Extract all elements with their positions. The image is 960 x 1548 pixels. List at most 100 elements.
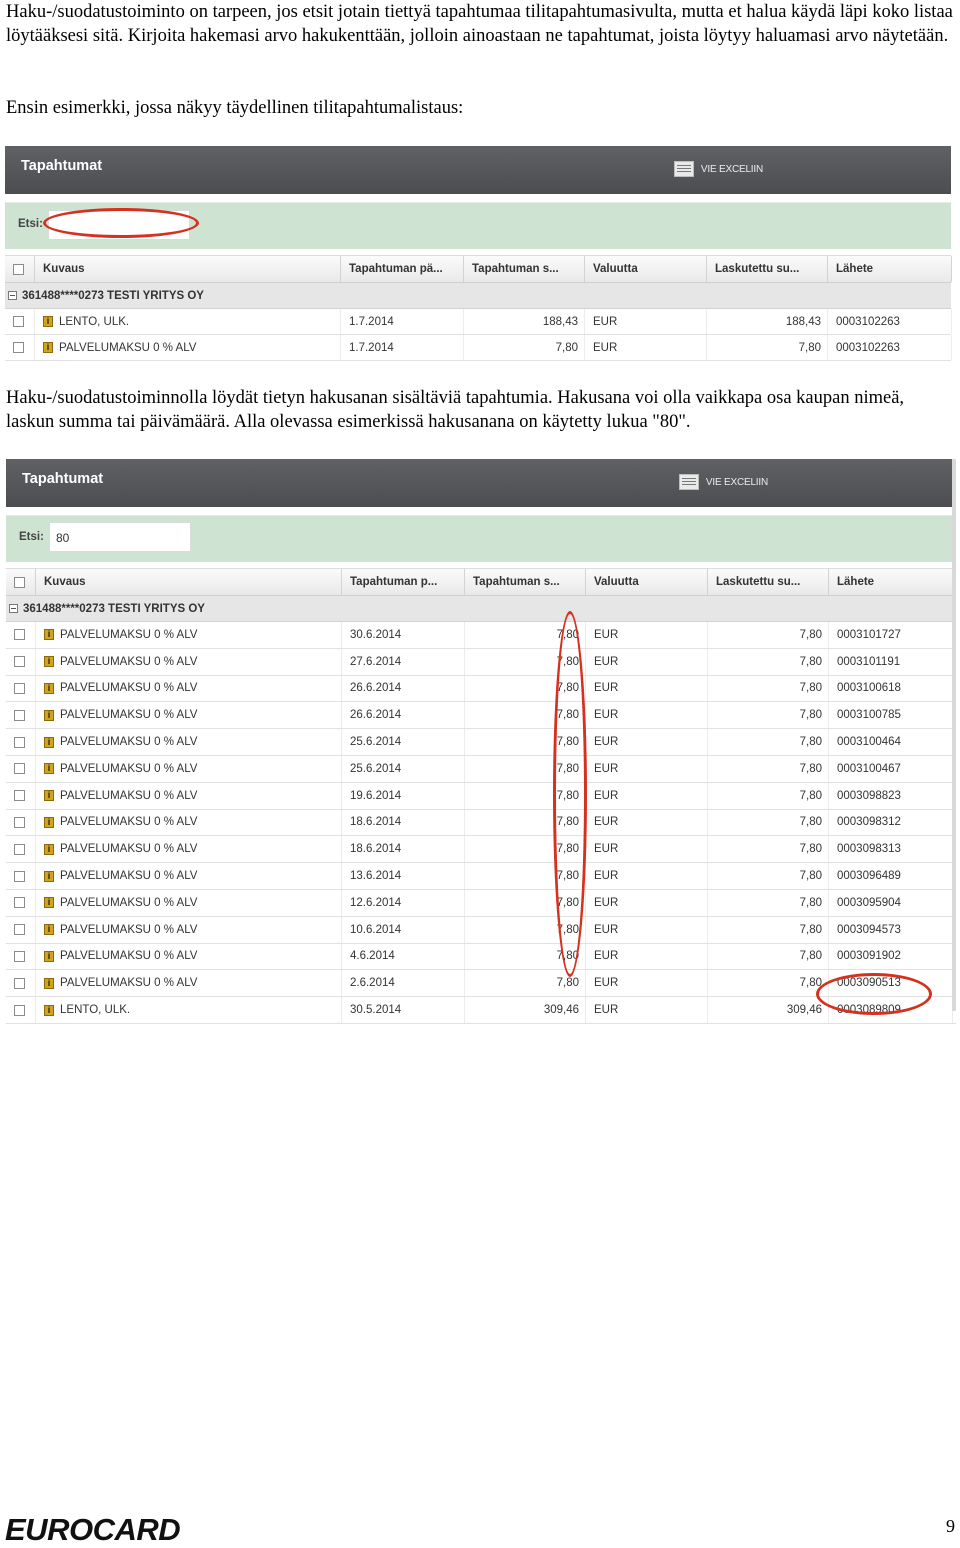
row-checkbox-cell[interactable] xyxy=(6,970,36,997)
table-row[interactable]: i PALVELUMAKSU 0 % ALV 10.6.2014 7,80 EUR 7,8… xyxy=(6,916,956,944)
checkbox[interactable] xyxy=(14,736,25,748)
column-header-reference[interactable]: Lähete xyxy=(829,569,953,595)
collapse-icon[interactable] xyxy=(9,604,18,613)
info-icon[interactable]: i xyxy=(44,790,54,802)
info-icon[interactable]: i xyxy=(44,1004,54,1016)
checkbox[interactable] xyxy=(14,897,25,909)
cell-text: PALVELUMAKSU 0 % ALV xyxy=(60,789,198,802)
column-header-reference[interactable]: Lähete xyxy=(828,256,952,282)
column-header-date[interactable]: Tapahtuman p... xyxy=(342,569,465,595)
row-checkbox-cell[interactable] xyxy=(6,943,36,970)
row-checkbox-cell[interactable] xyxy=(6,916,36,943)
info-icon[interactable]: i xyxy=(44,816,54,828)
row-checkbox-cell[interactable] xyxy=(6,889,36,916)
table-row[interactable]: i PALVELUMAKSU 0 % ALV 1.7.2014 7,80 EUR 7,80… xyxy=(5,335,952,361)
info-icon[interactable]: i xyxy=(44,629,54,641)
row-checkbox-cell[interactable] xyxy=(5,309,35,334)
table-row[interactable]: i PALVELUMAKSU 0 % ALV 27.6.2014 7,80 EUR 7,8… xyxy=(6,648,956,676)
info-icon[interactable]: i xyxy=(44,843,54,855)
checkbox[interactable] xyxy=(14,656,25,668)
info-icon[interactable]: i xyxy=(43,342,53,353)
cell-text: 25.6.2014 xyxy=(350,736,402,749)
account-group-row[interactable]: 361488****0273 TESTI YRITYS OY xyxy=(5,283,951,309)
info-icon[interactable]: i xyxy=(44,656,54,668)
table-row[interactable]: i PALVELUMAKSU 0 % ALV 13.6.2014 7,80 EUR 7,8… xyxy=(6,863,956,890)
column-header-billed[interactable]: Laskutettu su... xyxy=(707,256,828,282)
select-all-checkbox-cell[interactable] xyxy=(6,569,36,595)
table-row[interactable]: i PALVELUMAKSU 0 % ALV 4.6.2014 7,80 EUR 7,80… xyxy=(6,943,956,971)
column-header-amount[interactable]: Tapahtuman s... xyxy=(464,256,585,282)
table-row[interactable]: i PALVELUMAKSU 0 % ALV 25.6.2014 7,80 EUR 7,8… xyxy=(6,755,956,783)
account-group-row[interactable]: 361488****0273 TESTI YRITYS OY xyxy=(6,596,956,622)
cell-text: PALVELUMAKSU 0 % ALV xyxy=(60,628,198,641)
table-row[interactable]: i PALVELUMAKSU 0 % ALV 18.6.2014 7,80 EUR 7,8… xyxy=(6,809,956,837)
info-icon[interactable]: i xyxy=(44,736,54,748)
checkbox[interactable] xyxy=(14,816,25,828)
row-checkbox-cell[interactable] xyxy=(6,702,36,729)
info-icon[interactable]: i xyxy=(44,763,54,775)
row-checkbox-cell[interactable] xyxy=(6,863,36,889)
cell-billed: 7,80 xyxy=(708,675,829,702)
info-icon[interactable]: i xyxy=(44,950,54,962)
scrollbar[interactable] xyxy=(952,459,956,1011)
checkbox[interactable] xyxy=(14,629,25,641)
cell-description: i PALVELUMAKSU 0 % ALV xyxy=(36,702,342,729)
column-header-description[interactable]: Kuvaus xyxy=(35,256,341,282)
table-row[interactable]: i PALVELUMAKSU 0 % ALV 26.6.2014 7,80 EUR 7,8… xyxy=(6,675,956,703)
row-checkbox-cell[interactable] xyxy=(6,648,36,675)
checkbox[interactable] xyxy=(14,576,25,588)
table-row[interactable]: i PALVELUMAKSU 0 % ALV 2.6.2014 7,80 EUR 7,80… xyxy=(6,970,956,998)
row-checkbox-cell[interactable] xyxy=(6,675,36,702)
checkbox[interactable] xyxy=(13,342,24,353)
search-input[interactable]: 80 xyxy=(49,522,191,552)
row-checkbox-cell[interactable] xyxy=(6,997,36,1023)
column-header-date[interactable]: Tapahtuman pä... xyxy=(341,256,464,282)
info-icon[interactable]: i xyxy=(43,316,53,327)
column-header-description[interactable]: Kuvaus xyxy=(36,569,342,595)
search-input[interactable] xyxy=(48,210,190,240)
row-checkbox-cell[interactable] xyxy=(6,809,36,836)
collapse-icon[interactable] xyxy=(8,291,17,300)
row-checkbox-cell[interactable] xyxy=(6,836,36,863)
export-excel-button[interactable]: VIE EXCELIIN xyxy=(673,161,763,177)
select-all-checkbox-cell[interactable] xyxy=(5,256,35,282)
checkbox[interactable] xyxy=(14,977,25,989)
cell-reference: 0003100467 xyxy=(829,755,953,782)
row-checkbox-cell[interactable] xyxy=(5,335,35,360)
checkbox[interactable] xyxy=(14,790,25,802)
table-row[interactable]: i LENTO, ULK. 1.7.2014 188,43 EUR 188,43 00031… xyxy=(5,309,952,335)
table-row[interactable]: i PALVELUMAKSU 0 % ALV 19.6.2014 7,80 EUR 7,8… xyxy=(6,782,956,810)
checkbox[interactable] xyxy=(14,843,25,855)
info-icon[interactable]: i xyxy=(44,870,54,882)
info-icon[interactable]: i xyxy=(44,897,54,909)
checkbox[interactable] xyxy=(13,316,24,327)
column-header-currency[interactable]: Valuutta xyxy=(585,256,707,282)
table-row[interactable]: i PALVELUMAKSU 0 % ALV 26.6.2014 7,80 EUR 7,8… xyxy=(6,702,956,730)
checkbox[interactable] xyxy=(14,870,25,882)
info-icon[interactable]: i xyxy=(44,924,54,936)
checkbox[interactable] xyxy=(14,924,25,936)
checkbox[interactable] xyxy=(14,763,25,775)
row-checkbox-cell[interactable] xyxy=(6,622,36,648)
info-icon[interactable]: i xyxy=(44,977,54,989)
info-icon[interactable]: i xyxy=(44,709,54,721)
info-icon[interactable]: i xyxy=(44,682,54,694)
checkbox[interactable] xyxy=(14,1004,25,1016)
row-checkbox-cell[interactable] xyxy=(6,782,36,809)
checkbox[interactable] xyxy=(14,709,25,721)
row-checkbox-cell[interactable] xyxy=(6,729,36,755)
table-row[interactable]: i PALVELUMAKSU 0 % ALV 25.6.2014 7,80 EUR 7,8… xyxy=(6,729,956,756)
cell-text: EUR xyxy=(593,341,618,354)
column-header-currency[interactable]: Valuutta xyxy=(586,569,708,595)
row-checkbox-cell[interactable] xyxy=(6,755,36,782)
table-row[interactable]: i PALVELUMAKSU 0 % ALV 18.6.2014 7,80 EUR 7,8… xyxy=(6,836,956,864)
export-excel-button[interactable]: VIE EXCELIIN xyxy=(678,474,768,490)
checkbox[interactable] xyxy=(14,950,25,962)
column-header-amount[interactable]: Tapahtuman s... xyxy=(465,569,586,595)
checkbox[interactable] xyxy=(13,263,24,275)
table-row[interactable]: i PALVELUMAKSU 0 % ALV 12.6.2014 7,80 EUR 7,8… xyxy=(6,889,956,917)
column-header-billed[interactable]: Laskutettu su... xyxy=(708,569,829,595)
table-row[interactable]: i PALVELUMAKSU 0 % ALV 30.6.2014 7,80 EUR 7,8… xyxy=(6,622,956,649)
table-row[interactable]: i LENTO, ULK. 30.5.2014 309,46 EUR 309,46 0003… xyxy=(6,997,956,1024)
checkbox[interactable] xyxy=(14,682,25,694)
